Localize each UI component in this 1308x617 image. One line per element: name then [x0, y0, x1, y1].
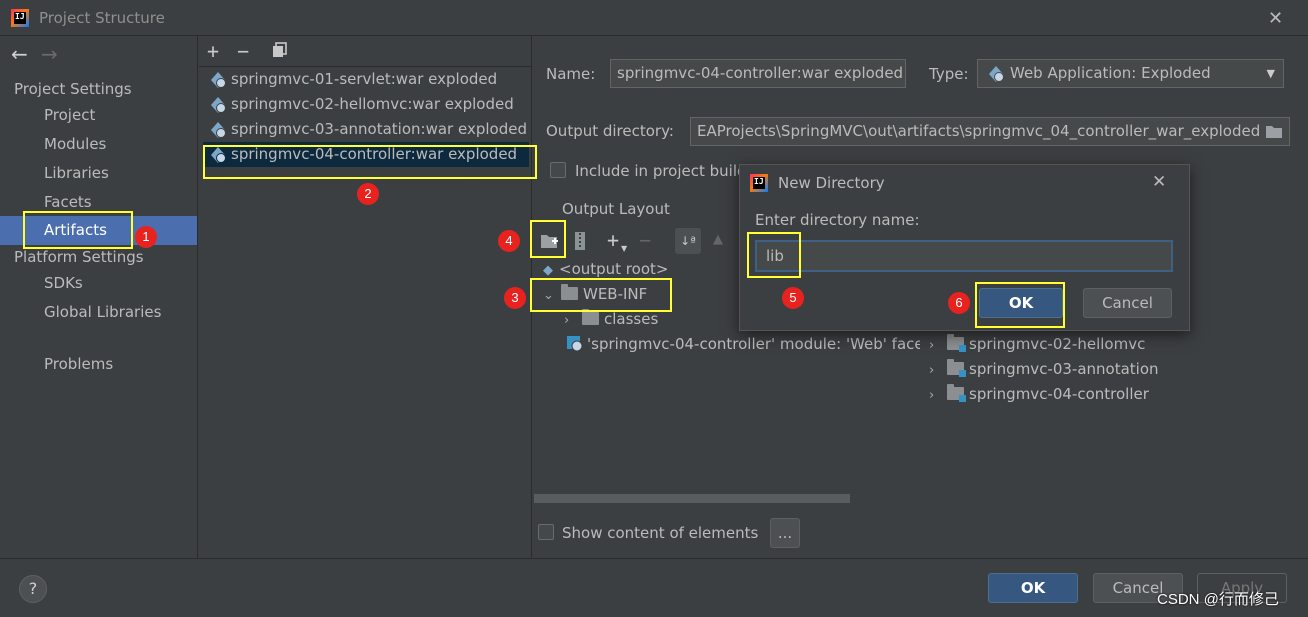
sort-icon[interactable]: ↓ª [675, 228, 701, 254]
artifact-label: springmvc-03-annotation:war exploded [231, 120, 527, 138]
chevron-right-icon[interactable]: › [929, 383, 947, 408]
project-settings-header: Project Settings [14, 80, 132, 98]
directory-name-input[interactable]: lib [755, 240, 1173, 272]
available-element-row[interactable]: › springmvc-04-controller [929, 382, 1149, 407]
available-element-row[interactable]: › springmvc-02-hellomvc [929, 332, 1145, 357]
annotation-badge: 5 [782, 287, 804, 309]
nav-item-modules[interactable]: Modules [0, 130, 197, 159]
bottom-bar: ? OK Cancel Apply [0, 558, 1308, 617]
forward-arrow-icon[interactable]: → [41, 42, 58, 66]
browse-folder-icon[interactable] [1265, 124, 1283, 139]
output-directory-value: EAProjects\SpringMVC\out\artifacts\sprin… [697, 122, 1261, 140]
title-bar: IJ Project Structure ✕ [0, 0, 1308, 36]
output-root-icon: ◆ [543, 263, 553, 278]
folder-icon [582, 309, 599, 325]
artifact-item[interactable]: springmvc-03-annotation:war exploded [203, 117, 529, 142]
available-element-label: springmvc-04-controller [969, 385, 1149, 403]
intellij-logo-icon: IJ [750, 174, 768, 192]
chevron-right-icon[interactable]: › [929, 358, 947, 383]
artifact-list-panel: + − springmvc-01-servlet:war exploded sp… [199, 36, 532, 558]
chevron-down-icon: ▼ [1266, 67, 1275, 80]
nav-item-global-libraries[interactable]: Global Libraries [0, 298, 197, 327]
watermark: CSDN @行而修己 [1157, 591, 1279, 608]
module-folder-icon [947, 384, 966, 402]
artifact-label: springmvc-02-hellomvc:war exploded [231, 95, 514, 113]
intellij-logo-icon: IJ [11, 9, 29, 27]
highlight-box [530, 278, 672, 312]
module-folder-icon [947, 334, 966, 352]
highlight-box [530, 220, 566, 258]
web-artifact-icon [989, 66, 1004, 82]
output-layout-label: Output Layout [562, 200, 670, 218]
available-element-row[interactable]: › springmvc-03-annotation [929, 357, 1159, 382]
highlight-box [203, 145, 537, 179]
type-select[interactable]: Web Application: Exploded ▼ [977, 59, 1284, 88]
back-arrow-icon[interactable]: ← [11, 42, 28, 66]
nav-item-libraries[interactable]: Libraries [0, 159, 197, 188]
move-up-icon[interactable]: ▲ [713, 232, 723, 247]
artifact-item[interactable]: springmvc-01-servlet:war exploded [203, 67, 529, 92]
chevron-right-icon[interactable]: › [929, 333, 947, 358]
web-artifact-icon [211, 122, 226, 138]
highlight-box [975, 282, 1065, 328]
artifact-label: springmvc-01-servlet:war exploded [231, 70, 498, 88]
add-archive-icon[interactable] [573, 231, 587, 251]
settings-nav: ← → Project Settings Project Modules Lib… [0, 36, 198, 558]
dialog-title: New Directory [778, 174, 885, 192]
add-element-button[interactable]: + [607, 228, 619, 252]
dialog-cancel-button[interactable]: Cancel [1083, 288, 1172, 318]
show-content-label: Show content of elements [562, 524, 759, 542]
ok-button[interactable]: OK [988, 573, 1078, 603]
add-artifact-button[interactable]: + [207, 41, 219, 61]
nav-item-problems[interactable]: Problems [0, 350, 197, 379]
highlight-box [747, 232, 801, 278]
web-artifact-icon [211, 72, 226, 88]
more-options-button[interactable]: ... [770, 518, 800, 548]
highlight-box [23, 211, 133, 249]
name-label: Name: [546, 65, 596, 83]
chevron-down-icon: ▼ [621, 244, 628, 253]
output-directory-input[interactable]: EAProjects\SpringMVC\out\artifacts\sprin… [690, 117, 1290, 146]
horizontal-scrollbar[interactable] [534, 494, 850, 503]
available-element-label: springmvc-02-hellomvc [969, 335, 1146, 353]
include-build-checkbox[interactable] [550, 162, 566, 178]
annotation-badge: 3 [504, 287, 526, 309]
dialog-prompt: Enter directory name: [755, 211, 920, 229]
module-folder-icon [947, 359, 966, 377]
module-facet-row[interactable]: 'springmvc-04-controller' module: 'Web' … [566, 332, 920, 357]
window-title: Project Structure [39, 9, 165, 27]
remove-element-button[interactable]: − [639, 228, 651, 252]
web-artifact-icon [211, 97, 226, 113]
show-content-checkbox[interactable] [538, 524, 554, 540]
annotation-badge: 4 [498, 230, 520, 252]
module-facet-label: 'springmvc-04-controller' module: 'Web' … [587, 335, 920, 353]
dialog-close-icon[interactable]: ✕ [1152, 172, 1166, 192]
nav-item-project[interactable]: Project [0, 101, 197, 130]
copy-artifact-icon[interactable] [272, 42, 287, 58]
artifact-item[interactable]: springmvc-02-hellomvc:war exploded [203, 92, 529, 117]
name-input[interactable]: springmvc-04-controller:war exploded [610, 59, 906, 88]
include-build-label: Include in project build [575, 162, 747, 180]
nav-item-sdks[interactable]: SDKs [0, 269, 197, 298]
annotation-badge: 1 [135, 226, 157, 248]
type-label: Type: [929, 65, 969, 83]
output-root-label: <output root> [559, 260, 669, 278]
remove-artifact-button[interactable]: − [237, 41, 249, 61]
output-directory-label: Output directory: [546, 122, 674, 140]
annotation-badge: 6 [948, 292, 970, 314]
close-icon[interactable]: ✕ [1268, 8, 1283, 29]
module-facet-icon [567, 336, 583, 352]
classes-label: classes [604, 310, 659, 328]
annotation-badge: 2 [357, 183, 379, 205]
type-value: Web Application: Exploded [1010, 64, 1211, 82]
platform-settings-header: Platform Settings [14, 248, 144, 266]
available-element-label: springmvc-03-annotation [969, 360, 1159, 378]
help-button[interactable]: ? [19, 575, 47, 603]
